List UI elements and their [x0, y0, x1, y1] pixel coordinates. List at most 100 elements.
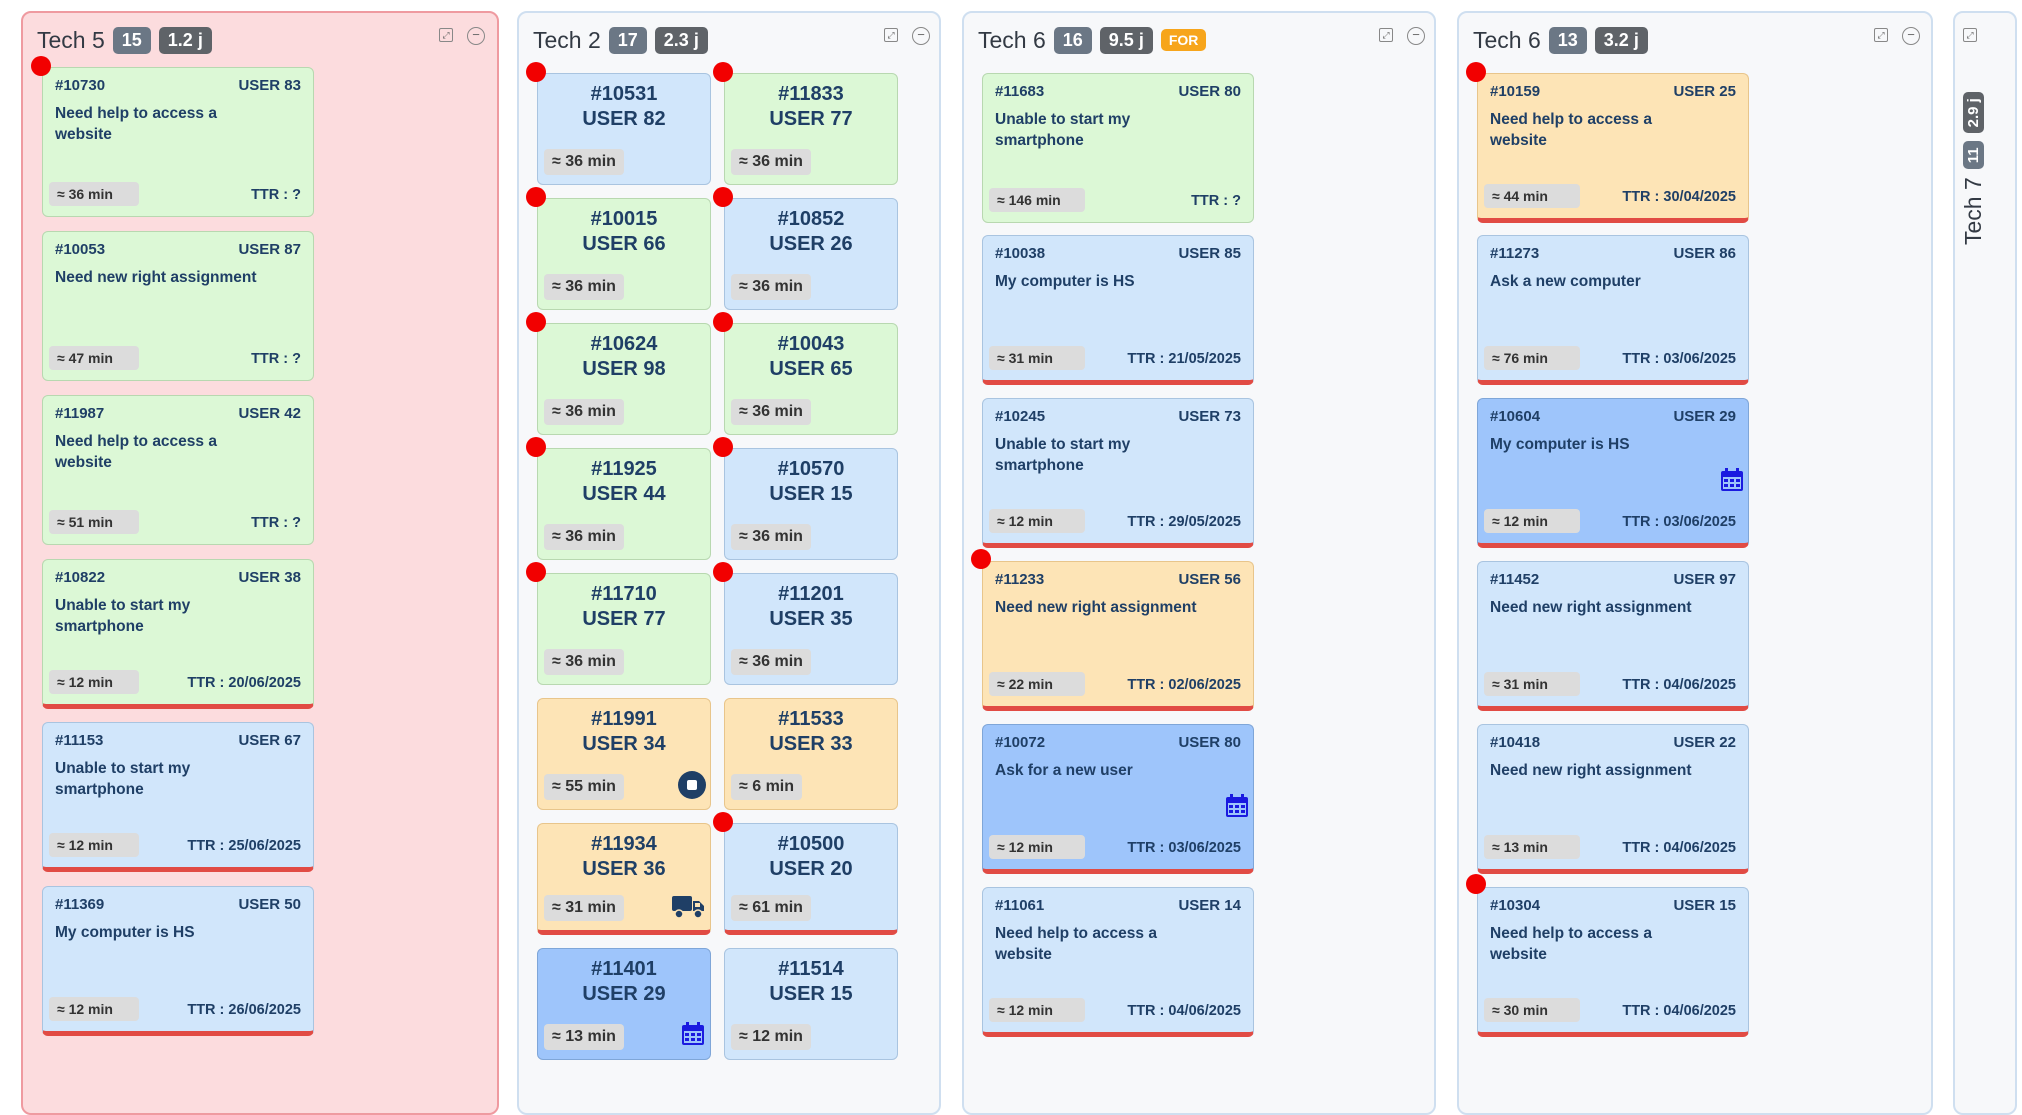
ticket-title: Need help to access a website	[995, 925, 1157, 963]
ticket-card[interactable]: #10072 USER 80 Ask for a new user ≈ 12 m…	[982, 724, 1254, 874]
duration-badge: ≈ 12 min	[49, 833, 139, 857]
ticket-card[interactable]: #11233 USER 56 Need new right assignment…	[982, 561, 1254, 711]
ticket-card[interactable]: #10624 USER 98 ≈ 36 min	[537, 323, 711, 435]
truck-icon	[672, 896, 704, 919]
ttr-label: TTR : ?	[251, 351, 301, 367]
calendar-icon	[1721, 468, 1743, 491]
ticket-card[interactable]: #11514 USER 15 ≈ 12 min	[724, 948, 898, 1060]
ticket-id: #10418	[1490, 734, 1541, 751]
duration-badge: ≈ 36 min	[544, 274, 624, 300]
ticket-id: #11987	[55, 405, 105, 422]
ticket-title: Need new right assignment	[995, 599, 1197, 616]
ticket-card[interactable]: #10043 USER 65 ≈ 36 min	[724, 323, 898, 435]
ticket-card[interactable]: #10531 USER 82 ≈ 36 min	[537, 73, 711, 185]
ticket-id: #10852	[777, 208, 845, 230]
alert-dot-icon	[526, 312, 546, 332]
ticket-card[interactable]: #10038 USER 85 My computer is HS ≈ 31 mi…	[982, 235, 1254, 385]
ticket-card[interactable]: #10245 USER 73 Unable to start my smartp…	[982, 398, 1254, 548]
collapse-icon[interactable]: −	[1902, 27, 1920, 45]
ticket-card[interactable]: #11273 USER 86 Ask a new computer ≈ 76 m…	[1477, 235, 1749, 385]
ticket-id: #10822	[55, 569, 106, 586]
ticket-id: #10072	[995, 734, 1046, 751]
ticket-card[interactable]: #11153 USER 67 Unable to start my smartp…	[42, 722, 314, 872]
duration-badge: ≈ 36 min	[544, 649, 624, 675]
duration-badge: ≈ 12 min	[989, 998, 1085, 1022]
ticket-id: #10043	[777, 333, 845, 355]
ticket-user: USER 29	[582, 983, 666, 1005]
ticket-card[interactable]: #10604 USER 29 My computer is HS ≈ 12 mi…	[1477, 398, 1749, 548]
alert-dot-icon	[713, 437, 733, 457]
alert-dot-icon	[713, 312, 733, 332]
ticket-card[interactable]: #10015 USER 66 ≈ 36 min	[537, 198, 711, 310]
duration-badge: ≈ 12 min	[989, 509, 1085, 533]
expand-icon[interactable]: ⤢	[1963, 28, 1977, 42]
alert-dot-icon	[713, 562, 733, 582]
ticket-card[interactable]: #10053 USER 87 Need new right assignment…	[42, 231, 314, 381]
time-badge: 2.3 j	[654, 26, 708, 54]
ticket-title: Ask for a new user	[995, 762, 1133, 779]
ticket-user: USER 87	[238, 241, 301, 258]
ticket-card[interactable]: #11833 USER 77 ≈ 36 min	[724, 73, 898, 185]
ticket-title: Unable to start my smartphone	[55, 760, 191, 798]
ticket-card[interactable]: #11683 USER 80 Unable to start my smartp…	[982, 73, 1254, 223]
ticket-user: USER 26	[769, 233, 853, 255]
ticket-card[interactable]: #11934 USER 36 ≈ 31 min	[537, 823, 711, 935]
collapse-icon[interactable]: −	[467, 27, 485, 45]
ttr-label: TTR : 20/06/2025	[187, 675, 301, 691]
column-title: Tech 6	[978, 26, 1046, 53]
ticket-id: #11833	[778, 83, 844, 105]
duration-badge: ≈ 36 min	[731, 274, 811, 300]
ticket-card[interactable]: #10159 USER 25 Need help to access a web…	[1477, 73, 1749, 223]
alert-dot-icon	[526, 562, 546, 582]
alert-dot-icon	[713, 812, 733, 832]
ticket-title: My computer is HS	[55, 924, 195, 941]
ticket-title: Need help to access a website	[55, 105, 217, 143]
ticket-card[interactable]: #11401 USER 29 ≈ 13 min	[537, 948, 711, 1060]
ticket-card[interactable]: #11710 USER 77 ≈ 36 min	[537, 573, 711, 685]
ticket-user: USER 29	[1673, 408, 1736, 425]
duration-badge: ≈ 36 min	[731, 149, 811, 175]
ticket-card[interactable]: #10500 USER 20 ≈ 61 min	[724, 823, 898, 935]
ticket-title: Need new right assignment	[1490, 599, 1692, 616]
ticket-user: USER 73	[1178, 408, 1241, 425]
collapse-icon[interactable]: −	[912, 27, 930, 45]
column-tech7-collapsed[interactable]: ⤢ Tech 7 11 2.9 j	[1953, 11, 2017, 1115]
ticket-card[interactable]: #10730 USER 83 Need help to access a web…	[42, 67, 314, 217]
duration-badge: ≈ 31 min	[544, 895, 624, 921]
expand-icon[interactable]: ⤢	[439, 28, 453, 42]
ticket-id: #10015	[590, 208, 658, 230]
ticket-card[interactable]: #10418 USER 22 Need new right assignment…	[1477, 724, 1749, 874]
ticket-card[interactable]: #10304 USER 15 Need help to access a web…	[1477, 887, 1749, 1037]
ticket-card[interactable]: #11925 USER 44 ≈ 36 min	[537, 448, 711, 560]
ticket-id: #10624	[590, 333, 658, 355]
ticket-card[interactable]: #11991 USER 34 ≈ 55 min	[537, 698, 711, 810]
ttr-label: TTR : 21/05/2025	[1127, 351, 1241, 367]
expand-icon[interactable]: ⤢	[884, 28, 898, 42]
ticket-title: My computer is HS	[1490, 436, 1630, 453]
collapse-icon[interactable]: −	[1407, 27, 1425, 45]
ticket-id: #10245	[995, 408, 1046, 425]
stop-icon[interactable]	[678, 771, 706, 799]
ticket-card[interactable]: #10570 USER 15 ≈ 36 min	[724, 448, 898, 560]
ticket-user: USER 22	[1673, 734, 1736, 751]
ticket-card[interactable]: #10852 USER 26 ≈ 36 min	[724, 198, 898, 310]
duration-badge: ≈ 12 min	[1484, 509, 1580, 533]
expand-icon[interactable]: ⤢	[1874, 28, 1888, 42]
ticket-count-badge: 13	[1548, 26, 1587, 54]
duration-badge: ≈ 36 min	[731, 399, 811, 425]
ttr-label: TTR : 29/05/2025	[1127, 514, 1241, 530]
ticket-card[interactable]: #11061 USER 14 Need help to access a web…	[982, 887, 1254, 1037]
alert-dot-icon	[1466, 874, 1486, 894]
duration-badge: ≈ 12 min	[731, 1024, 811, 1050]
ttr-label: TTR : 03/06/2025	[1622, 351, 1736, 367]
ticket-card[interactable]: #11452 USER 97 Need new right assignment…	[1477, 561, 1749, 711]
ticket-id: #11934	[591, 833, 657, 855]
ticket-title: Need new right assignment	[1490, 762, 1692, 779]
ticket-id: #11401	[591, 958, 657, 980]
ticket-card[interactable]: #11533 USER 33 ≈ 6 min	[724, 698, 898, 810]
ticket-card[interactable]: #11987 USER 42 Need help to access a web…	[42, 395, 314, 545]
ticket-card[interactable]: #10822 USER 38 Unable to start my smartp…	[42, 559, 314, 709]
ticket-card[interactable]: #11369 USER 50 My computer is HS ≈ 12 mi…	[42, 886, 314, 1036]
expand-icon[interactable]: ⤢	[1379, 28, 1393, 42]
ticket-card[interactable]: #11201 USER 35 ≈ 36 min	[724, 573, 898, 685]
